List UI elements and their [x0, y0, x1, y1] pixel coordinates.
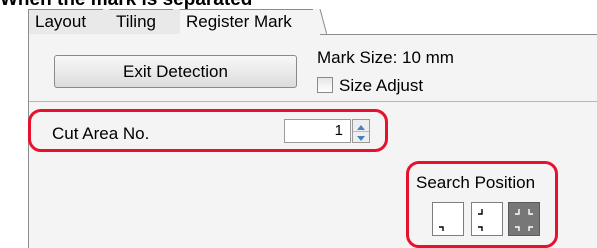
tab-tiling[interactable]: Tiling [110, 9, 180, 35]
cut-area-input[interactable]: 1 [284, 119, 351, 143]
corner-4-marks-icon [515, 209, 533, 231]
corner-2-marks-icon [478, 209, 483, 231]
tab-divider [313, 9, 327, 35]
mark-size-text: Mark Size: 10 mm [317, 48, 454, 67]
search-position-option-2[interactable] [471, 202, 503, 236]
checkbox-box[interactable] [317, 77, 333, 93]
section-divider [29, 101, 597, 102]
spin-down-button[interactable] [353, 131, 369, 142]
triangle-down-icon [357, 136, 365, 141]
size-adjust-checkbox[interactable]: Size Adjust [317, 76, 423, 96]
cut-area-spinner[interactable] [352, 119, 370, 143]
exit-detection-button[interactable]: Exit Detection [54, 55, 297, 88]
cut-area-label: Cut Area No. [52, 124, 150, 143]
tab-register-mark[interactable]: Register Mark [180, 9, 320, 35]
search-position-label: Search Position [416, 173, 536, 192]
panel-border [320, 34, 597, 35]
search-position-option-4[interactable] [508, 202, 540, 236]
size-adjust-label: Size Adjust [339, 76, 424, 95]
tab-layout[interactable]: Layout [28, 9, 110, 35]
corner-1-mark-icon [439, 226, 444, 231]
search-position-option-1[interactable] [432, 202, 464, 236]
